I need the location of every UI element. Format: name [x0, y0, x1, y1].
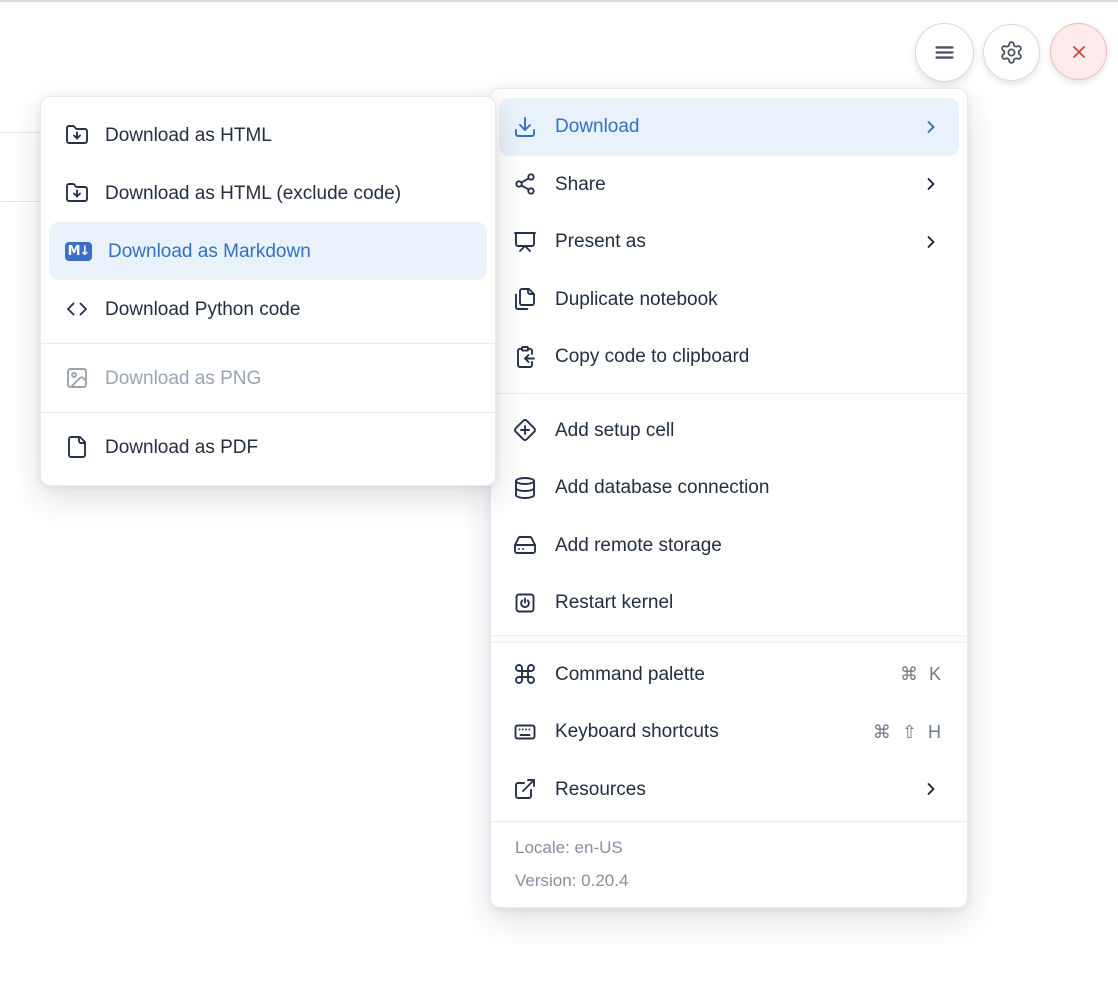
- menu-item-label: Present as: [555, 232, 903, 251]
- menu-item-add-database-connection[interactable]: Add database connection: [491, 459, 967, 517]
- download-icon: [513, 115, 537, 139]
- share-icon: [513, 172, 537, 196]
- menu-item-copy-code-to-clipboard[interactable]: Copy code to clipboard: [491, 328, 967, 386]
- gear-icon: [999, 40, 1024, 65]
- menu-item-label: Download as PNG: [105, 369, 471, 388]
- menu-item-resources[interactable]: Resources: [491, 761, 967, 819]
- menu-section-divider: [491, 635, 967, 643]
- menu-item-label: Add setup cell: [555, 421, 941, 440]
- menu-item-label: Add database connection: [555, 478, 941, 497]
- menu-item-label: Copy code to clipboard: [555, 347, 941, 366]
- hamburger-menu-icon: [931, 39, 958, 66]
- menu-item-download[interactable]: Download: [499, 98, 959, 156]
- menu-item-label: Command palette: [555, 665, 882, 684]
- menu-separator: [41, 412, 495, 413]
- menu-item-label: Keyboard shortcuts: [555, 722, 855, 741]
- duplicate-pages-icon: [513, 287, 537, 311]
- command-icon: [513, 662, 537, 686]
- menu-item-label: Download as PDF: [105, 438, 471, 457]
- menu-separator: [491, 393, 967, 394]
- chevron-right-icon: [921, 174, 941, 194]
- submenu-item-download-as-html[interactable]: Download as HTML: [41, 106, 495, 164]
- background-rule-line: [0, 201, 41, 202]
- menu-item-label: Duplicate notebook: [555, 290, 941, 309]
- diamond-plus-icon: [513, 418, 537, 442]
- download-submenu-panel: Download as HTML Download as HTML (exclu…: [40, 96, 496, 486]
- window-top-border: [0, 0, 1118, 2]
- settings-button[interactable]: [983, 24, 1040, 81]
- notebook-menu-button[interactable]: [915, 23, 974, 82]
- menu-item-share[interactable]: Share: [491, 156, 967, 214]
- menu-item-command-palette[interactable]: Command palette ⌘ K: [491, 646, 967, 704]
- chevron-right-icon: [921, 232, 941, 252]
- close-x-icon: [1067, 40, 1091, 64]
- keyboard-shortcut-hint: ⌘ K: [900, 665, 941, 683]
- menu-item-label: Restart kernel: [555, 593, 941, 612]
- clipboard-copy-icon: [513, 345, 537, 369]
- presentation-icon: [513, 230, 537, 254]
- image-icon: [65, 366, 89, 390]
- folder-down-icon: [65, 123, 89, 147]
- menu-item-duplicate-notebook[interactable]: Duplicate notebook: [491, 271, 967, 329]
- submenu-item-download-python-code[interactable]: Download Python code: [41, 280, 495, 338]
- keyboard-shortcut-hint: ⌘ ⇧ H: [873, 723, 941, 741]
- external-link-icon: [513, 777, 537, 801]
- version-text: Version: 0.20.4: [515, 871, 943, 891]
- menu-item-label: Resources: [555, 780, 903, 799]
- submenu-item-download-as-png: Download as PNG: [41, 349, 495, 407]
- menu-item-label: Download as Markdown: [108, 242, 471, 261]
- power-square-icon: [513, 591, 537, 615]
- code-icon: [65, 297, 89, 321]
- submenu-item-download-as-html-exclude-code[interactable]: Download as HTML (exclude code): [41, 164, 495, 222]
- menu-item-label: Download Python code: [105, 300, 471, 319]
- locale-text: Locale: en-US: [515, 838, 943, 858]
- menu-item-label: Download as HTML (exclude code): [105, 184, 471, 203]
- notebook-menu-panel: Download Share Present as Duplicate note…: [490, 88, 968, 908]
- keyboard-icon: [513, 720, 537, 744]
- background-rule-line: [0, 132, 41, 133]
- submenu-item-download-as-pdf[interactable]: Download as PDF: [41, 418, 495, 476]
- chevron-right-icon: [921, 117, 941, 137]
- folder-down-icon: [65, 181, 89, 205]
- menu-item-label: Download: [555, 117, 903, 136]
- hard-drive-icon: [513, 533, 537, 557]
- menu-item-label: Share: [555, 175, 903, 194]
- chevron-right-icon: [921, 779, 941, 799]
- menu-separator: [41, 343, 495, 344]
- file-icon: [65, 435, 89, 459]
- menu-footer: Locale: en-US Version: 0.20.4: [491, 821, 967, 907]
- menu-item-restart-kernel[interactable]: Restart kernel: [491, 574, 967, 632]
- menu-item-keyboard-shortcuts[interactable]: Keyboard shortcuts ⌘ ⇧ H: [491, 703, 967, 761]
- menu-item-add-setup-cell[interactable]: Add setup cell: [491, 402, 967, 460]
- menu-item-add-remote-storage[interactable]: Add remote storage: [491, 517, 967, 575]
- database-icon: [513, 476, 537, 500]
- menu-item-label: Download as HTML: [105, 126, 471, 145]
- markdown-download-icon: M↓: [65, 239, 92, 263]
- close-button[interactable]: [1050, 23, 1107, 80]
- menu-item-label: Add remote storage: [555, 536, 941, 555]
- menu-item-present-as[interactable]: Present as: [491, 213, 967, 271]
- submenu-item-download-as-markdown[interactable]: M↓ Download as Markdown: [49, 222, 487, 280]
